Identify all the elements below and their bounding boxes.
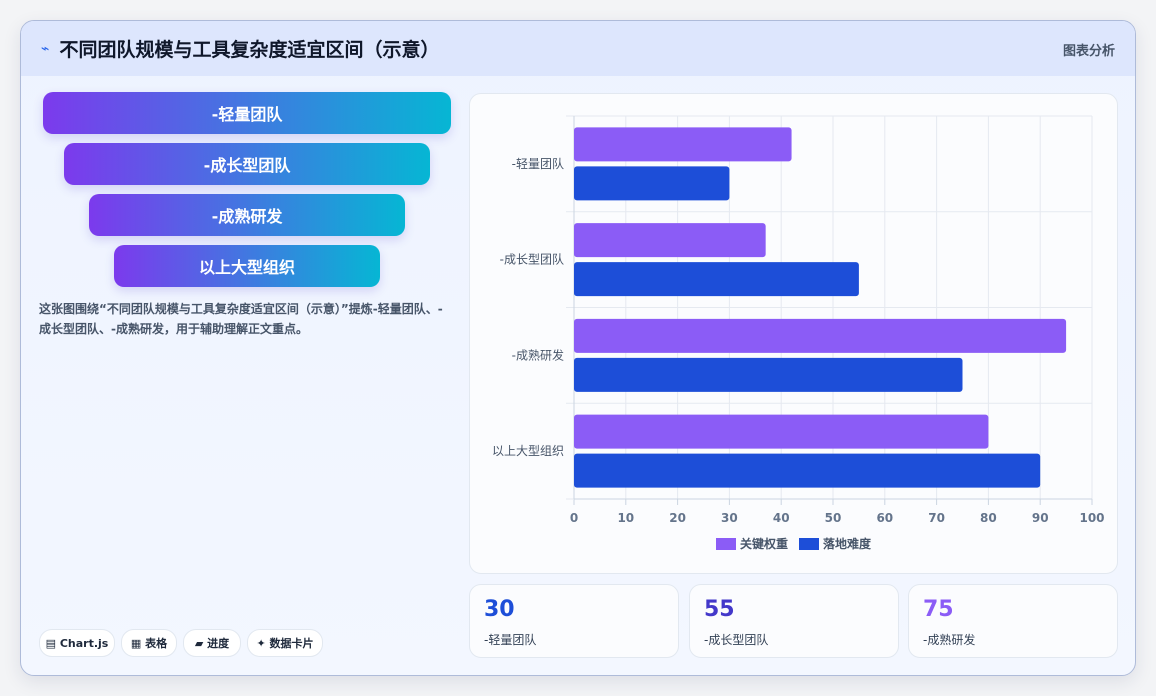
x-tick-label: 50: [825, 511, 842, 525]
stat-card-3: 75 -成熟研发: [908, 584, 1118, 658]
main-card: ⌁ 不同团队规模与工具复杂度适宜区间（示意） 图表分析 -轻量团队 -成长型团队…: [20, 20, 1136, 676]
legend-swatch: [716, 538, 736, 550]
bar-difficulty: [574, 262, 859, 297]
page-title: 不同团队规模与工具复杂度适宜区间（示意）: [59, 39, 440, 61]
bar-difficulty: [574, 453, 1041, 488]
x-tick-label: 40: [773, 511, 790, 525]
legend-label: 落地难度: [823, 536, 872, 551]
stat-label: -轻量团队: [484, 633, 537, 647]
stat-value: 55: [704, 597, 735, 622]
stat-card-2: 55 -成长型团队: [689, 584, 899, 658]
funnel-step-3: -成熟研发: [89, 194, 405, 236]
bar-weight: [574, 414, 989, 449]
x-tick-label: 90: [1032, 511, 1049, 525]
legend-label: 关键权重: [740, 536, 788, 551]
stat-value: 75: [923, 597, 954, 622]
x-tick-label: 0: [570, 511, 578, 525]
chip-data-card[interactable]: ✦ 数据卡片: [247, 629, 323, 657]
x-tick-label: 30: [721, 511, 738, 525]
stat-label: -成长型团队: [704, 633, 769, 647]
funnel-step-1: -轻量团队: [43, 92, 451, 134]
header: ⌁ 不同团队规模与工具复杂度适宜区间（示意） 图表分析: [21, 21, 1135, 76]
x-tick-label: 100: [1079, 511, 1104, 525]
sparkle-icon: ⌁: [41, 40, 50, 57]
y-category-label: -成长型团队: [500, 252, 564, 267]
bar-chart: 0 10 20 30 40 50 60 70 80 90 100 -轻量团队 -成长型团队 -成熟研发以上…: [492, 115, 1105, 551]
bar-weight: [574, 223, 766, 258]
funnel-step-4: 以上大型组织: [114, 245, 380, 287]
y-category-label: -成熟研发: [512, 347, 564, 362]
legend-swatch: [799, 538, 819, 550]
chip-table[interactable]: ▦ 表格: [121, 629, 177, 657]
x-tick-label: 60: [876, 511, 893, 525]
y-category-label: -轻量团队: [512, 156, 564, 171]
chip-progress[interactable]: ▰ 进度: [183, 629, 241, 657]
funnel-step-2: -成长型团队: [64, 143, 430, 185]
x-tick-label: 70: [928, 511, 945, 525]
bar-difficulty: [574, 357, 963, 392]
stat-value: 30: [484, 597, 515, 622]
y-category-label: 以上大型组织: [492, 444, 564, 458]
chart-analysis-tag: 图表分析: [1062, 44, 1115, 59]
stat-card-1: 30 -轻量团队: [469, 584, 679, 658]
x-tick-label: 80: [980, 511, 997, 525]
bar-weight: [574, 318, 1067, 353]
x-tick-label: 10: [617, 511, 634, 525]
stat-label: -成熟研发: [923, 633, 976, 647]
chip-chartjs[interactable]: ▤ Chart.js: [39, 629, 115, 657]
bar-difficulty: [574, 166, 730, 201]
chart-description: 这张图围绕“不同团队规模与工具复杂度适宜区间（示意）”提炼-轻量团队、-成长型团…: [39, 302, 443, 336]
chart-panel: 0 10 20 30 40 50 60 70 80 90 100 -轻量团队 -成长型团队 -成熟研发以上…: [469, 93, 1118, 574]
x-tick-label: 20: [669, 511, 686, 525]
bar-weight: [574, 127, 792, 162]
